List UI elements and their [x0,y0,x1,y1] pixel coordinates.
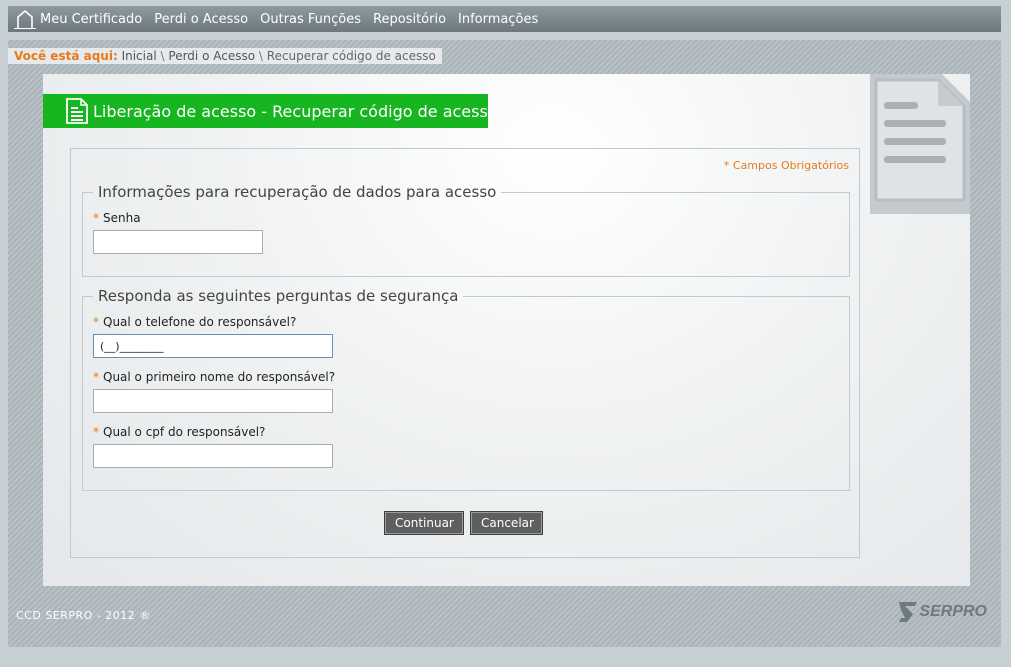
home-icon[interactable] [10,6,40,32]
phone-label: * Qual o telefone do responsável? [93,315,297,329]
serpro-logo-icon [899,602,918,622]
serpro-logo-text: SERPRO [919,603,987,620]
cpf-label: * Qual o cpf do responsável? [93,425,266,439]
nav-outras-funcoes[interactable]: Outras Funções [260,12,361,27]
nav-repositorio[interactable]: Repositório [373,12,446,27]
breadcrumb-label: Você está aqui: [14,49,118,63]
security-questions-legend: Responda as seguintes perguntas de segur… [98,287,459,305]
serpro-logo: SERPRO [897,600,987,624]
document-icon [65,97,89,125]
title-banner: Liberação de acesso - Recuperar código d… [43,94,498,128]
cancel-button[interactable]: Cancelar [470,511,543,535]
recovery-info-legend: Informações para recuperação de dados pa… [98,183,497,201]
first-name-label: * Qual o primeiro nome do responsável? [93,370,336,384]
breadcrumb-current: Recuperar código de acesso [266,49,436,63]
first-name-input[interactable] [93,389,333,413]
breadcrumb-item-perdi-o-acesso[interactable]: Perdi o Acesso [168,49,255,63]
footer-copyright: CCD SERPRO - 2012 ® [16,609,151,622]
top-navigation: Meu Certificado Perdi o Acesso Outras Fu… [8,6,1001,32]
continue-button[interactable]: Continuar [384,511,464,535]
content-panel: Liberação de acesso - Recuperar código d… [43,74,970,586]
required-fields-note: * Campos Obrigatórios [723,159,849,172]
nav-meu-certificado[interactable]: Meu Certificado [40,12,142,27]
breadcrumb-separator: \ [160,49,165,63]
nav-informacoes[interactable]: Informações [458,12,538,27]
breadcrumb-item-inicial[interactable]: Inicial [122,49,157,63]
password-input[interactable] [93,230,263,254]
page-title: Liberação de acesso - Recuperar código d… [93,101,498,121]
breadcrumb: Você está aqui: Inicial \ Perdi o Acesso… [8,48,442,64]
document-watermark-icon [870,74,970,217]
breadcrumb-separator: \ [258,49,263,63]
main-frame: Você está aqui: Inicial \ Perdi o Acesso… [8,40,1001,647]
phone-input[interactable] [93,334,333,358]
password-label: * Senha [93,211,141,225]
form-container: * Campos Obrigatórios Informações para r… [70,148,860,558]
cpf-input[interactable] [93,444,333,468]
nav-perdi-o-acesso[interactable]: Perdi o Acesso [154,12,248,27]
